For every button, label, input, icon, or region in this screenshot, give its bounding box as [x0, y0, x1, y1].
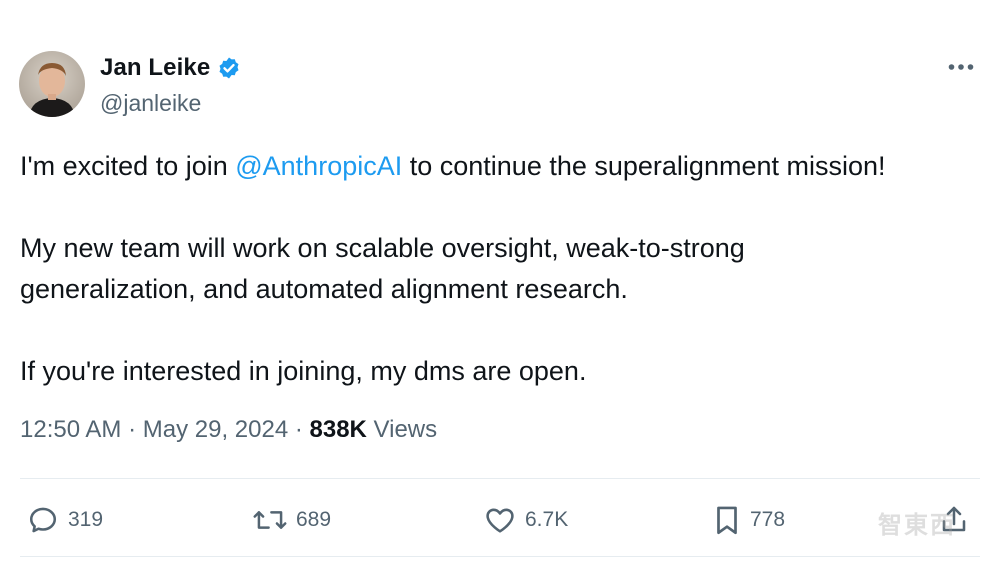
meta-separator: ·: [121, 416, 143, 443]
tweet-paragraph-2-line-1: My new team will work on scalable oversi…: [20, 233, 745, 263]
verified-badge-icon: [217, 56, 241, 80]
like-count: 6.7K: [525, 508, 569, 531]
tweet-meta: 12:50 AM · May 29, 2024 · 838K Views: [20, 416, 437, 444]
bookmark-count: 778: [750, 508, 786, 531]
repost-icon: [253, 511, 287, 529]
like-button[interactable]: 6.7K: [483, 500, 568, 540]
person-photo-icon: [19, 51, 85, 117]
tweet-paragraph-3: If you're interested in joining, my dms …: [20, 356, 587, 386]
tweet-date[interactable]: May 29, 2024: [143, 416, 288, 443]
heart-icon: [486, 508, 514, 533]
tweet-paragraph-2-line-2: generalization, and automated alignment …: [20, 274, 628, 304]
author-block: Jan Leike @janleike: [100, 54, 241, 117]
repost-button[interactable]: 689: [252, 500, 331, 540]
author-handle[interactable]: @janleike: [100, 90, 241, 117]
reply-button[interactable]: 319: [26, 500, 103, 540]
mention-link[interactable]: @AnthropicAI: [235, 151, 402, 181]
meta-separator: ·: [288, 416, 310, 443]
watermark: 智東西: [878, 511, 956, 539]
tweet-text: I'm excited to join @AnthropicAI to cont…: [20, 146, 985, 392]
views-count[interactable]: 838K: [310, 416, 367, 443]
reply-icon: [29, 507, 57, 533]
bookmark-button[interactable]: 778: [712, 500, 785, 540]
reply-count: 319: [68, 508, 104, 531]
views-label: Views: [366, 416, 438, 443]
more-options-icon[interactable]: [946, 55, 976, 79]
tweet-time[interactable]: 12:50 AM: [20, 416, 121, 443]
action-bar: 319 689 6.7K 778: [0, 500, 1000, 540]
avatar[interactable]: [19, 51, 85, 117]
repost-count: 689: [296, 508, 332, 531]
tweet-card: Jan Leike @janleike I'm excited to join …: [0, 0, 1000, 567]
tweet-paragraph-1: I'm excited to join @AnthropicAI to cont…: [20, 146, 985, 187]
tweet-text-prefix: I'm excited to join: [20, 151, 236, 181]
tweet-text-suffix: to continue the superalignment mission!: [402, 151, 886, 181]
author-name[interactable]: Jan Leike: [100, 54, 210, 82]
bookmark-icon: [717, 506, 737, 535]
divider: [20, 478, 980, 479]
name-row: Jan Leike: [100, 54, 241, 82]
divider: [20, 556, 980, 557]
